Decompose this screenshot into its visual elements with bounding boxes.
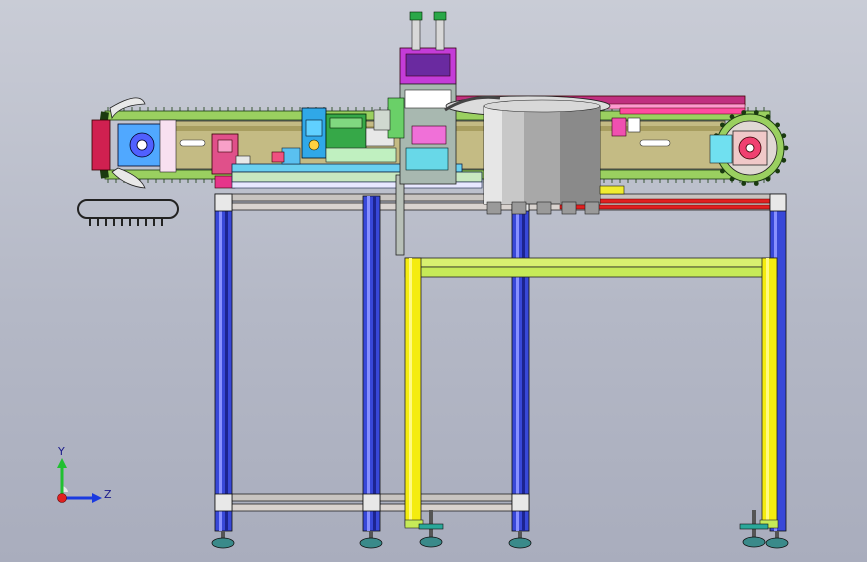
sprocket-tooth — [781, 133, 787, 139]
sprocket-tooth — [765, 176, 771, 182]
leveling-feet[interactable] — [211, 510, 789, 549]
sprocket-tooth — [775, 122, 780, 128]
assembly-drawing[interactable]: Y Z — [0, 0, 867, 562]
sprocket-tooth — [741, 181, 747, 186]
sprocket-tooth — [753, 110, 759, 115]
sprocket-tooth — [729, 176, 735, 182]
sprocket-tooth — [783, 145, 789, 151]
sprocket-tooth — [729, 114, 735, 120]
sprocket-tooth — [720, 168, 725, 174]
z-axis-label: Z — [104, 488, 112, 501]
sprocket-tooth — [775, 168, 780, 174]
blue-frame[interactable] — [214, 193, 787, 532]
sprocket-tooth — [720, 122, 725, 128]
yellow-frame[interactable] — [404, 257, 779, 529]
chain-segment[interactable] — [77, 199, 179, 226]
coordinate-triad: Y Z — [57, 445, 112, 503]
z-axis-arrow-icon — [92, 493, 102, 503]
cad-viewport[interactable]: Y Z — [0, 0, 867, 562]
sprocket-tooth — [781, 157, 787, 163]
sprocket-tooth — [765, 114, 771, 120]
y-axis-arrow-icon — [57, 458, 67, 468]
x-axis-dot-icon — [57, 493, 67, 503]
sprocket-tooth — [741, 110, 747, 115]
y-axis-label: Y — [57, 445, 65, 458]
sprocket-tooth — [753, 181, 759, 186]
